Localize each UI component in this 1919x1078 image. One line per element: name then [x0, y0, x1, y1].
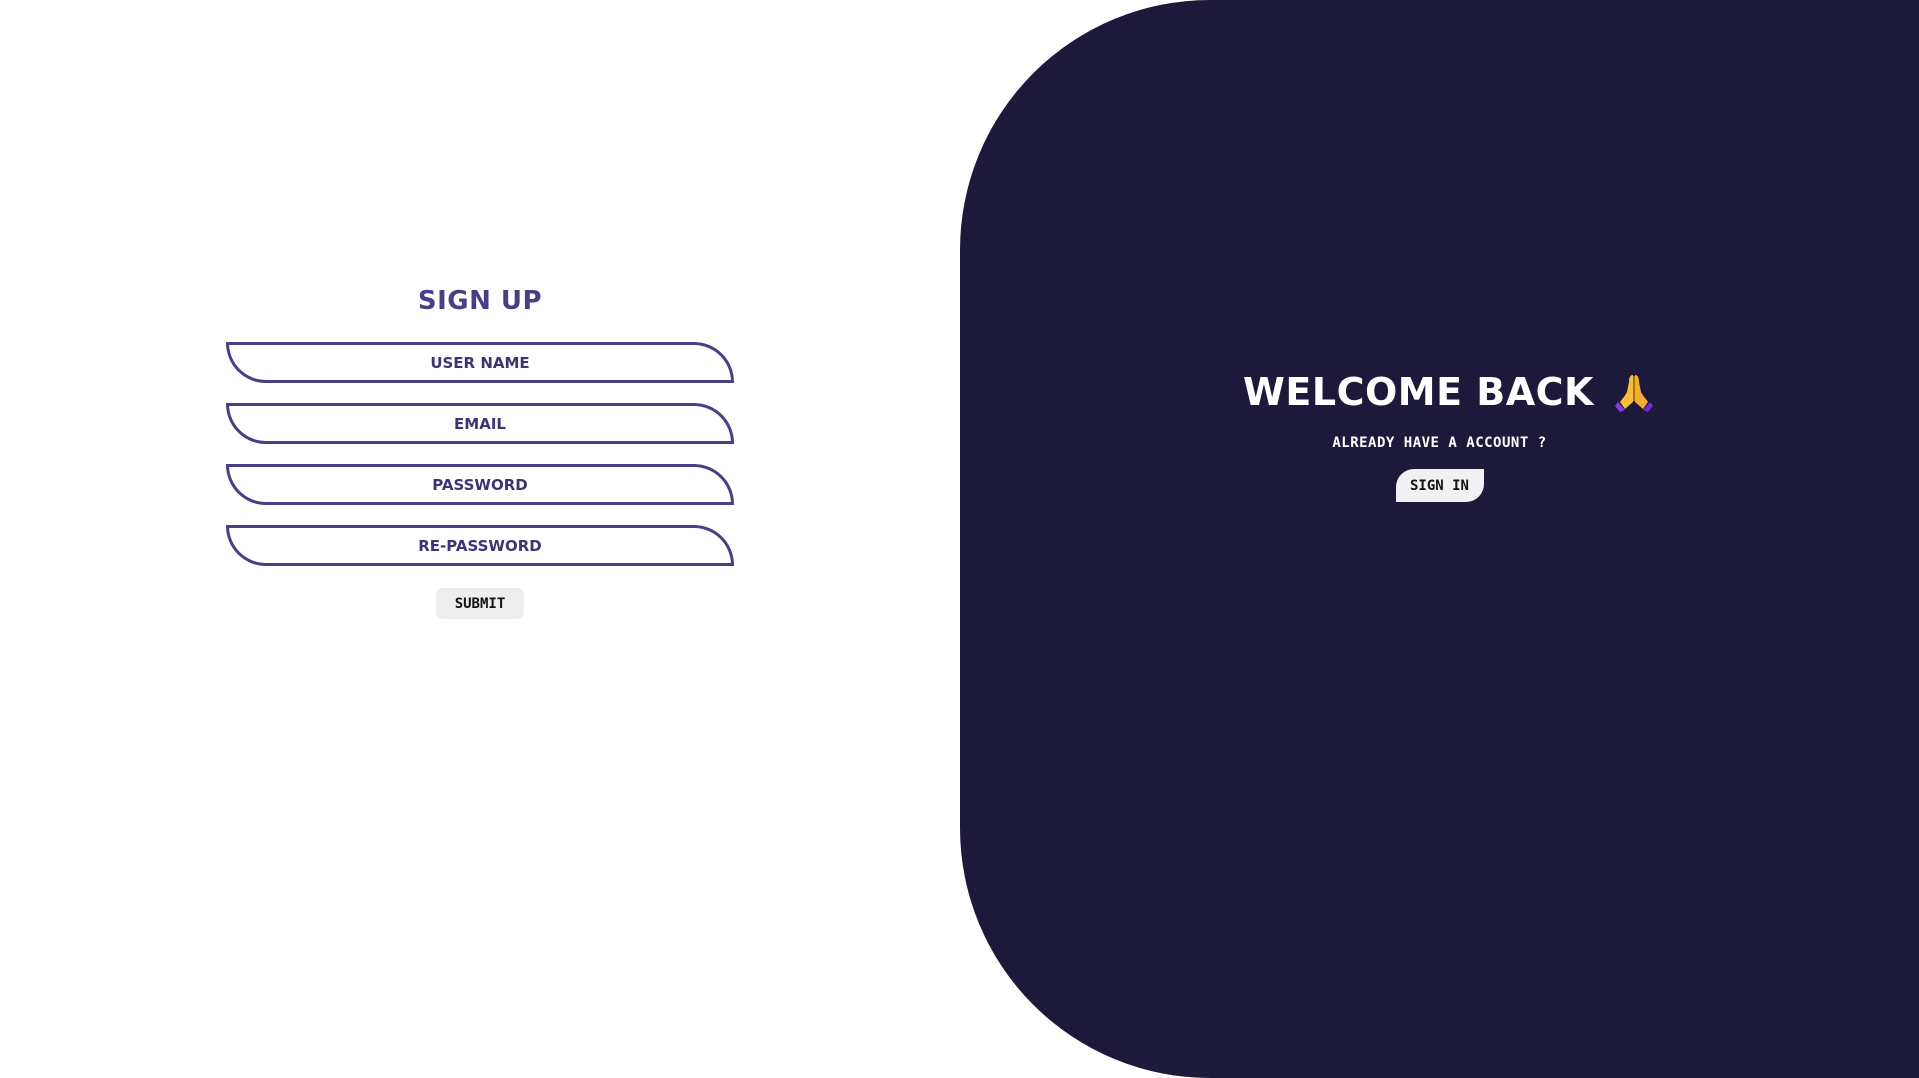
welcome-title: WELCOME BACK [1243, 370, 1594, 414]
password-input[interactable] [226, 464, 734, 505]
page: SIGN UP SUBMIT WELCOME BACK [0, 0, 1919, 1078]
email-input[interactable] [226, 403, 734, 444]
re-password-input[interactable] [226, 525, 734, 566]
welcome-panel: WELCOME BACK ALREADY HAVE A ACCOUNT ? SI… [960, 0, 1919, 1078]
welcome-subtitle: ALREADY HAVE A ACCOUNT ? [1332, 435, 1547, 451]
welcome-title-row: WELCOME BACK [1243, 366, 1656, 418]
signin-button[interactable]: SIGN IN [1395, 469, 1484, 502]
submit-button[interactable]: SUBMIT [436, 588, 524, 619]
welcome-content: WELCOME BACK ALREADY HAVE A ACCOUNT ? SI… [960, 366, 1919, 502]
signup-title: SIGN UP [417, 286, 543, 316]
signup-form: SIGN UP SUBMIT [226, 280, 734, 619]
folded-hands-icon [1612, 370, 1656, 414]
username-input[interactable] [226, 342, 734, 383]
